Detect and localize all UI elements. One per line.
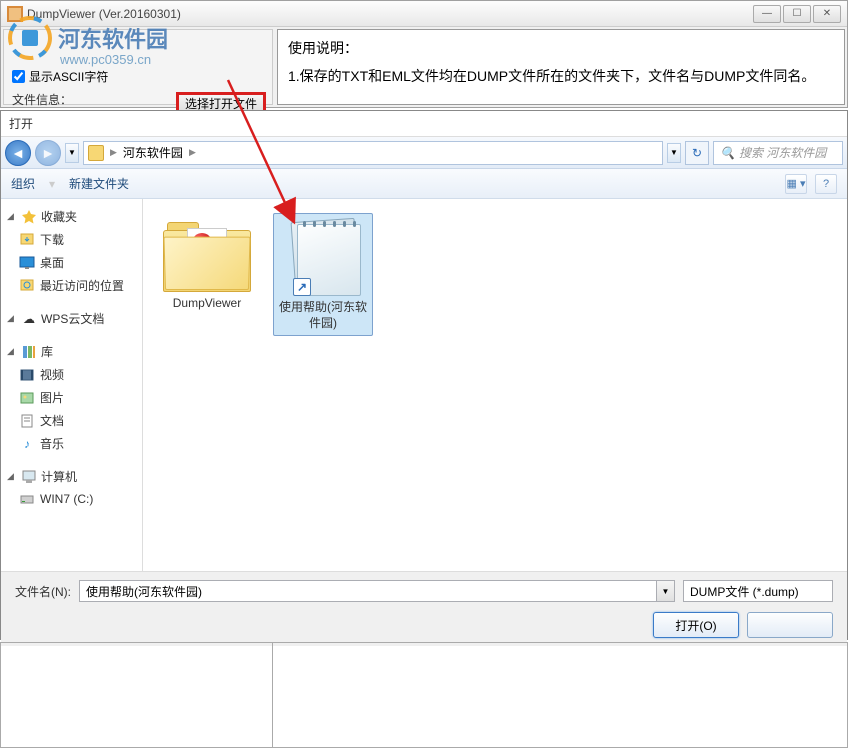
filename-label: 文件名(N): [15, 583, 71, 600]
sidebar-item-documents[interactable]: 文档 [5, 409, 138, 432]
desktop-icon [19, 255, 35, 271]
caret-icon: ◢ [7, 471, 17, 482]
ascii-checkbox-label: 显示ASCII字符 [29, 68, 108, 85]
instructions-panel: 使用说明： 1.保存的TXT和EML文件均在DUMP文件所在的文件夹下，文件名与… [277, 29, 845, 105]
notepad-large-icon: ↗ [283, 218, 363, 298]
maximize-button[interactable]: ☐ [783, 5, 811, 23]
sidebar-label: 下载 [40, 231, 64, 248]
computer-icon [21, 469, 37, 485]
dialog-toolbar: 组织 ▾ 新建文件夹 ▦ ▾ ? [1, 169, 847, 199]
search-input[interactable]: 🔍 搜索 河东软件园 [713, 141, 843, 165]
file-item-selected[interactable]: ↗ 使用帮助(河东软件园) [273, 213, 373, 336]
sidebar-item-music[interactable]: ♪ 音乐 [5, 432, 138, 455]
folder-large-icon [163, 218, 251, 292]
nav-history-dropdown[interactable]: ▼ [65, 143, 79, 163]
recent-icon [19, 278, 35, 294]
sidebar-libraries-header[interactable]: ◢ 库 [5, 340, 138, 363]
sidebar-item-desktop[interactable]: 桌面 [5, 251, 138, 274]
sidebar-wps-header[interactable]: ◢ ☁ WPS云文档 [5, 307, 138, 330]
caret-icon: ◢ [7, 346, 17, 357]
bottom-grid-panel [0, 642, 848, 748]
filename-input[interactable] [79, 580, 657, 602]
sidebar-item-recent[interactable]: 最近访问的位置 [5, 274, 138, 297]
drive-icon [19, 491, 35, 507]
watermark-text: 河东软件园 [58, 22, 168, 54]
instruction-line-1: 1.保存的TXT和EML文件均在DUMP文件所在的文件夹下，文件名与DUMP文件… [288, 66, 834, 86]
caret-icon: ◢ [7, 313, 17, 324]
sidebar-label: 视频 [40, 366, 64, 383]
sidebar-label: 库 [41, 343, 53, 360]
music-icon: ♪ [19, 436, 35, 452]
folder-icon [88, 145, 104, 161]
sidebar-favorites-header[interactable]: ◢ 收藏夹 [5, 205, 138, 228]
grid-cell [273, 643, 847, 747]
sidebar-label: 收藏夹 [41, 208, 77, 225]
ascii-checkbox[interactable] [12, 70, 25, 83]
dialog-content: ◢ 收藏夹 下载 桌面 最近访问的位置 [1, 199, 847, 571]
ascii-checkbox-row: 显示ASCII字符 [12, 68, 264, 85]
filename-dropdown[interactable]: ▼ [657, 580, 675, 602]
folder-item[interactable]: DumpViewer [157, 213, 257, 317]
sidebar-label: 最近访问的位置 [40, 277, 124, 294]
minimize-button[interactable]: — [753, 5, 781, 23]
sidebar-label: WPS云文档 [41, 310, 104, 327]
instructions-title: 使用说明： [288, 38, 834, 58]
sidebar-label: 文档 [40, 412, 64, 429]
filter-value: DUMP文件 (*.dump) [690, 583, 799, 600]
organize-menu[interactable]: 组织 [11, 175, 35, 192]
sidebar-item-drive-c[interactable]: WIN7 (C:) [5, 488, 138, 510]
help-button[interactable]: ? [815, 174, 837, 194]
breadcrumb-sep-icon: ▶ [189, 147, 196, 158]
dialog-footer: 文件名(N): ▼ DUMP文件 (*.dump) 打开(O) [1, 571, 847, 646]
window-controls: — ☐ ✕ [753, 5, 841, 23]
nav-forward-button[interactable]: ► [35, 140, 61, 166]
view-mode-button[interactable]: ▦ ▾ [785, 174, 807, 194]
file-filter-select[interactable]: DUMP文件 (*.dump) [683, 580, 833, 602]
refresh-button[interactable]: ↻ [685, 141, 709, 165]
close-button[interactable]: ✕ [813, 5, 841, 23]
breadcrumb-dropdown[interactable]: ▼ [667, 143, 681, 163]
video-icon [19, 367, 35, 383]
star-icon [21, 209, 37, 225]
toolbar-separator: ▾ [49, 177, 55, 191]
open-button[interactable]: 打开(O) [653, 612, 739, 638]
sidebar-label: 图片 [40, 389, 64, 406]
dialog-sidebar: ◢ 收藏夹 下载 桌面 最近访问的位置 [1, 199, 143, 571]
search-icon: 🔍 [720, 146, 735, 160]
file-label: DumpViewer [162, 296, 252, 312]
breadcrumb-bar[interactable]: ▶ 河东软件园 ▶ [83, 141, 663, 165]
download-icon [19, 232, 35, 248]
breadcrumb-sep-icon: ▶ [110, 147, 117, 158]
watermark-url: www.pc0359.cn [60, 52, 151, 67]
sidebar-label: WIN7 (C:) [40, 492, 93, 506]
nav-back-button[interactable]: ◄ [5, 140, 31, 166]
watermark-icon [8, 16, 52, 60]
sidebar-item-pictures[interactable]: 图片 [5, 386, 138, 409]
library-icon [21, 344, 37, 360]
file-label: 使用帮助(河东软件园) [278, 300, 368, 331]
cancel-button[interactable] [747, 612, 833, 638]
document-icon [19, 413, 35, 429]
grid-cell [1, 643, 273, 747]
shortcut-arrow-icon: ↗ [293, 278, 311, 296]
sidebar-item-downloads[interactable]: 下载 [5, 228, 138, 251]
search-placeholder: 搜索 河东软件园 [739, 144, 826, 161]
file-list-area[interactable]: DumpViewer ↗ 使用帮助(河东软件园) [143, 199, 847, 571]
open-file-dialog: 打开 ◄ ► ▼ ▶ 河东软件园 ▶ ▼ ↻ 🔍 搜索 河东软件园 组织 ▾ 新… [0, 110, 848, 640]
dialog-title: 打开 [1, 111, 847, 137]
caret-icon: ◢ [7, 211, 17, 222]
picture-icon [19, 390, 35, 406]
breadcrumb-item[interactable]: 河东软件园 [123, 144, 183, 161]
new-folder-button[interactable]: 新建文件夹 [69, 175, 129, 192]
sidebar-label: 音乐 [40, 435, 64, 452]
cloud-icon: ☁ [21, 311, 37, 327]
dialog-navbar: ◄ ► ▼ ▶ 河东软件园 ▶ ▼ ↻ 🔍 搜索 河东软件园 [1, 137, 847, 169]
sidebar-item-videos[interactable]: 视频 [5, 363, 138, 386]
sidebar-label: 计算机 [41, 468, 77, 485]
sidebar-computer-header[interactable]: ◢ 计算机 [5, 465, 138, 488]
sidebar-label: 桌面 [40, 254, 64, 271]
